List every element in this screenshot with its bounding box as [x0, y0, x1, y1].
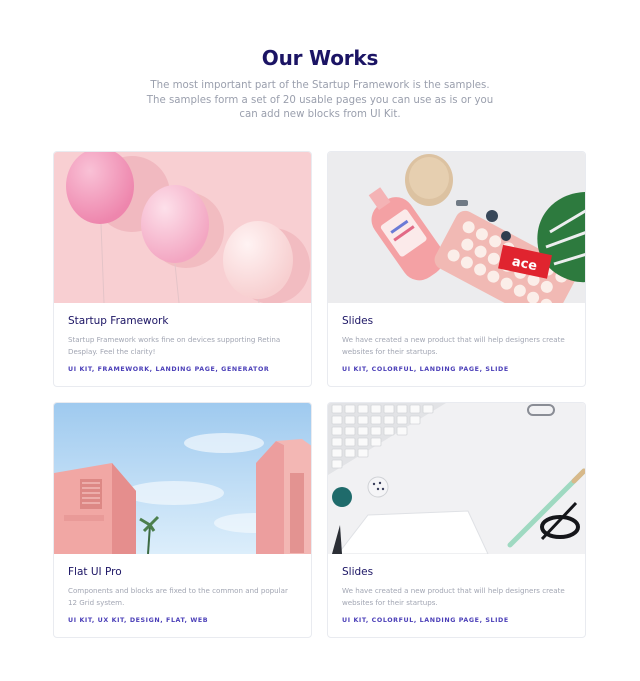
- work-card-flat-ui-pro[interactable]: Flat UI Pro Components and blocks are fi…: [53, 402, 312, 638]
- card-title[interactable]: Startup Framework: [68, 315, 168, 327]
- card-title[interactable]: Flat UI Pro: [68, 566, 122, 578]
- card-description: We have created a new product that will …: [342, 586, 565, 607]
- card-title[interactable]: Slides: [342, 566, 373, 578]
- pink-balloons-image: [54, 152, 311, 303]
- card-tags: UI KIT, UX KIT, DESIGN, FLAT, WEB: [68, 617, 209, 624]
- card-title[interactable]: Slides: [342, 315, 373, 327]
- card-tags: UI KIT, COLORFUL, LANDING PAGE, SLIDE: [342, 366, 509, 373]
- card-description: We have created a new product that will …: [342, 335, 565, 356]
- card-description: Components and blocks are fixed to the c…: [68, 586, 288, 607]
- card-tags: UI KIT, COLORFUL, LANDING PAGE, SLIDE: [342, 617, 509, 624]
- bottle-keyboard-flatlay-image: ace: [328, 152, 585, 303]
- page-title: Our Works: [261, 46, 379, 70]
- page-subtitle: The most important part of the Startup F…: [146, 80, 494, 120]
- card-description: Startup Framework works fine on devices …: [68, 335, 281, 356]
- keyboard-notebook-desk-image: [328, 403, 585, 554]
- card-tags: UI KIT, FRAMEWORK, LANDING PAGE, GENERAT…: [68, 366, 270, 373]
- pink-building-sky-image: [54, 403, 311, 554]
- work-card-startup-framework[interactable]: Startup Framework Startup Framework work…: [53, 151, 312, 387]
- work-card-slides-2[interactable]: Slides We have created a new product tha…: [327, 402, 586, 638]
- work-card-slides[interactable]: ace Slides We have created a new product…: [327, 151, 586, 387]
